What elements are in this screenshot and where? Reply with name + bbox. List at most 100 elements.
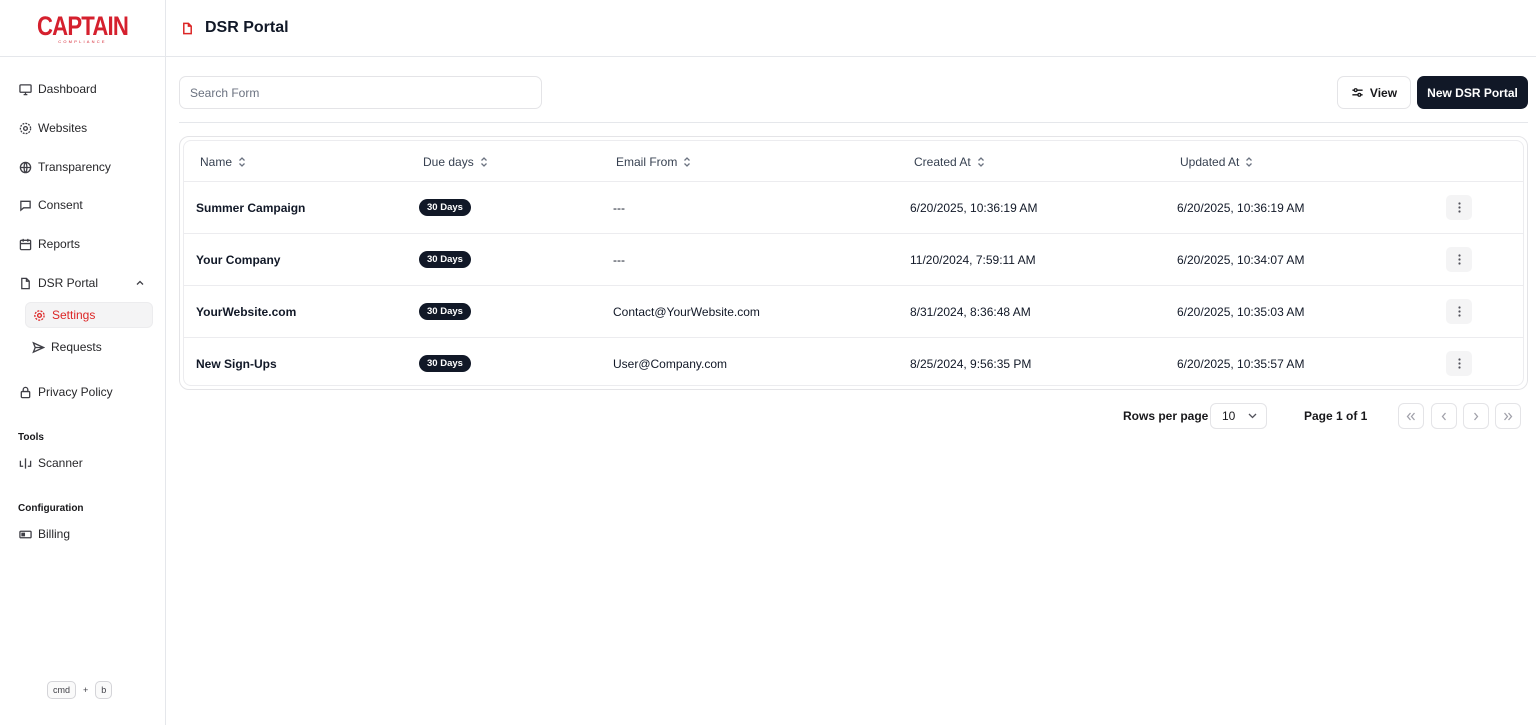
page-title: DSR Portal bbox=[205, 19, 289, 36]
row-actions-button[interactable] bbox=[1446, 351, 1472, 376]
sidebar-item-label: Requests bbox=[51, 340, 102, 354]
rows-per-page-select[interactable]: 10 bbox=[1210, 403, 1267, 429]
sidebar: CAPTAIN COMPLIANCE Dashboard Websites Tr… bbox=[0, 0, 166, 725]
sidebar-item-label: Billing bbox=[38, 527, 71, 541]
rows-per-page-label: Rows per page bbox=[1123, 409, 1209, 423]
sidebar-item-dsr-portal[interactable]: DSR Portal bbox=[18, 273, 98, 293]
column-header-name[interactable]: Name bbox=[200, 141, 246, 182]
column-label: Created At bbox=[914, 154, 971, 169]
cell-name: Summer Campaign bbox=[196, 200, 306, 215]
chevrons-right-icon bbox=[1504, 412, 1513, 420]
sidebar-item-label: Scanner bbox=[38, 456, 83, 470]
sort-icon bbox=[238, 156, 246, 167]
view-button-label: View bbox=[1369, 85, 1398, 100]
scanner-icon bbox=[18, 456, 32, 470]
due-days-badge: 30 Days bbox=[419, 355, 471, 372]
cell-updated-at: 6/20/2025, 10:35:57 AM bbox=[1177, 356, 1305, 371]
column-label: Due days bbox=[423, 154, 474, 169]
cell-updated-at: 6/20/2025, 10:36:19 AM bbox=[1177, 200, 1305, 215]
credit-card-icon bbox=[18, 527, 32, 541]
brand-logo[interactable]: CAPTAIN COMPLIANCE bbox=[0, 0, 165, 57]
sidebar-item-label: Consent bbox=[38, 198, 83, 212]
search-input[interactable] bbox=[179, 76, 542, 109]
cell-email-from: --- bbox=[613, 252, 625, 267]
cell-name: Your Company bbox=[196, 252, 281, 267]
column-header-due-days[interactable]: Due days bbox=[423, 141, 488, 182]
lock-icon bbox=[18, 385, 32, 399]
sidebar-item-reports[interactable]: Reports bbox=[18, 234, 80, 254]
cell-email-from: User@Company.com bbox=[613, 356, 727, 371]
chevron-up-icon[interactable] bbox=[134, 277, 146, 289]
cell-name: YourWebsite.com bbox=[196, 304, 297, 319]
cell-name: New Sign-Ups bbox=[196, 356, 277, 371]
gear-icon bbox=[33, 308, 47, 322]
sidebar-item-privacy-policy[interactable]: Privacy Policy bbox=[18, 382, 113, 402]
table-row[interactable]: Your Company 30 Days --- 11/20/2024, 7:5… bbox=[184, 234, 1523, 286]
first-page-button[interactable] bbox=[1398, 403, 1424, 429]
cell-email-from: Contact@YourWebsite.com bbox=[613, 304, 760, 319]
new-dsr-portal-button[interactable]: New DSR Portal bbox=[1417, 76, 1528, 109]
dsr-portal-table: Name Due days Email From Created At Upda… bbox=[179, 136, 1528, 390]
chevron-down-icon bbox=[1248, 413, 1257, 419]
rows-per-page-value: 10 bbox=[1222, 409, 1236, 423]
sidebar-item-label: Settings bbox=[52, 308, 96, 322]
sidebar-item-label: DSR Portal bbox=[38, 276, 99, 290]
section-heading-tools: Tools bbox=[18, 432, 44, 443]
brand-name: CAPTAIN bbox=[36, 11, 129, 41]
more-vertical-icon bbox=[1457, 254, 1461, 265]
next-page-button[interactable] bbox=[1463, 403, 1489, 429]
globe-gear-icon bbox=[18, 121, 32, 135]
sidebar-shortcut-hint: cmd + b bbox=[47, 681, 113, 699]
view-button[interactable]: View bbox=[1337, 76, 1411, 109]
more-vertical-icon bbox=[1457, 202, 1461, 213]
sidebar-item-label: Reports bbox=[38, 237, 81, 251]
kbd-plus: + bbox=[83, 685, 89, 695]
sidebar-item-scanner[interactable]: Scanner bbox=[18, 453, 83, 473]
page-info: Page 1 of 1 bbox=[1304, 409, 1368, 423]
table-row[interactable]: Summer Campaign 30 Days --- 6/20/2025, 1… bbox=[184, 182, 1523, 234]
table-body: Name Due days Email From Created At Upda… bbox=[183, 140, 1524, 386]
column-label: Name bbox=[200, 154, 233, 169]
sidebar-item-settings[interactable]: Settings bbox=[25, 302, 153, 328]
sliders-icon bbox=[1352, 88, 1363, 97]
previous-page-button[interactable] bbox=[1431, 403, 1457, 429]
message-square-icon bbox=[18, 198, 32, 212]
sidebar-item-consent[interactable]: Consent bbox=[18, 195, 83, 215]
send-icon bbox=[32, 340, 46, 354]
row-actions-button[interactable] bbox=[1446, 195, 1472, 220]
sidebar-item-billing[interactable]: Billing bbox=[18, 524, 70, 544]
column-header-updated-at[interactable]: Updated At bbox=[1180, 141, 1253, 182]
sidebar-item-dashboard[interactable]: Dashboard bbox=[18, 79, 97, 99]
cell-created-at: 8/31/2024, 8:36:48 AM bbox=[910, 304, 1031, 319]
table-row[interactable]: New Sign-Ups 30 Days User@Company.com 8/… bbox=[184, 338, 1523, 385]
divider bbox=[179, 122, 1528, 123]
sidebar-item-transparency[interactable]: Transparency bbox=[18, 157, 111, 177]
sort-icon bbox=[1245, 156, 1253, 167]
sort-icon bbox=[683, 156, 691, 167]
column-header-email-from[interactable]: Email From bbox=[616, 141, 691, 182]
row-actions-button[interactable] bbox=[1446, 299, 1472, 324]
last-page-button[interactable] bbox=[1495, 403, 1521, 429]
due-days-badge: 30 Days bbox=[419, 199, 471, 216]
chevron-right-icon bbox=[1474, 412, 1479, 420]
calendar-icon bbox=[18, 237, 32, 251]
sidebar-item-requests[interactable]: Requests bbox=[25, 334, 153, 360]
sidebar-item-websites[interactable]: Websites bbox=[18, 118, 87, 138]
file-icon bbox=[18, 276, 32, 290]
sort-icon bbox=[977, 156, 985, 167]
monitor-icon bbox=[18, 82, 32, 96]
kbd-cmd: cmd bbox=[47, 681, 77, 699]
cell-updated-at: 6/20/2025, 10:35:03 AM bbox=[1177, 304, 1305, 319]
file-icon bbox=[181, 20, 197, 36]
more-vertical-icon bbox=[1457, 306, 1461, 317]
column-header-created-at[interactable]: Created At bbox=[914, 141, 985, 182]
chevron-left-icon bbox=[1441, 412, 1446, 420]
cell-created-at: 8/25/2024, 9:56:35 PM bbox=[910, 356, 1032, 371]
due-days-badge: 30 Days bbox=[419, 251, 471, 268]
kbd-b: b bbox=[95, 681, 113, 699]
table-row[interactable]: YourWebsite.com 30 Days Contact@YourWebs… bbox=[184, 286, 1523, 338]
column-label: Email From bbox=[616, 154, 678, 169]
sidebar-item-label: Websites bbox=[38, 121, 88, 135]
row-actions-button[interactable] bbox=[1446, 247, 1472, 272]
page-header: DSR Portal bbox=[166, 0, 1536, 57]
